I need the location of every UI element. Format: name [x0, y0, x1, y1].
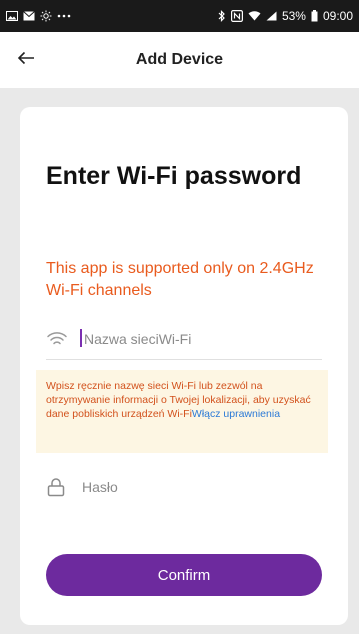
- battery-icon: [311, 10, 318, 22]
- lock-icon: [46, 477, 68, 497]
- sun-icon: [40, 10, 52, 22]
- header: Add Device: [0, 32, 359, 88]
- text-caret: [80, 329, 82, 347]
- form-heading: Enter Wi-Fi password: [46, 162, 302, 190]
- signal-icon: [266, 11, 277, 21]
- wifi-icon: [248, 11, 261, 21]
- ssid-field-row: [46, 319, 322, 359]
- back-button[interactable]: [12, 46, 40, 74]
- image-icon: [6, 11, 18, 21]
- ssid-input[interactable]: [84, 331, 304, 347]
- battery-percent: 53%: [281, 9, 306, 23]
- bluetooth-icon: [218, 10, 226, 22]
- password-input[interactable]: [82, 479, 302, 495]
- location-hint: Wpisz ręcznie nazwę sieci Wi-Fi lub zezw…: [36, 370, 328, 453]
- wifi-icon: [46, 331, 68, 347]
- nfc-icon: [230, 10, 243, 22]
- enable-permissions-link[interactable]: Włącz uprawnienia: [192, 408, 280, 420]
- frequency-warning: This app is supported only on 2.4GHz Wi-…: [46, 260, 314, 299]
- notification-icons: [6, 10, 71, 22]
- arrow-left-icon: [17, 51, 35, 70]
- password-field-row: [46, 469, 322, 505]
- page-title: Add Device: [135, 51, 224, 68]
- system-icons: 53% 09:00: [218, 9, 353, 23]
- confirm-button[interactable]: Confirm: [46, 554, 322, 596]
- ssid-divider: [46, 359, 322, 360]
- more-icon: [57, 14, 71, 18]
- status-bar: 53% 09:00: [0, 0, 359, 32]
- wifi-form-card: Enter Wi-Fi password This app is support…: [20, 107, 348, 625]
- clock: 09:00: [322, 9, 353, 23]
- mail-icon: [23, 11, 35, 21]
